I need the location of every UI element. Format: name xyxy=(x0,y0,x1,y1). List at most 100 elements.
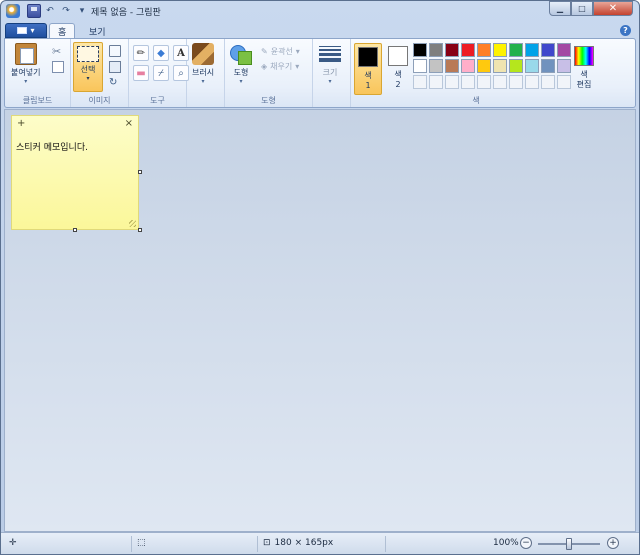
color-picker-icon[interactable]: ⌿ xyxy=(153,65,169,81)
palette-empty-chip[interactable] xyxy=(429,75,443,89)
palette-empty-chip[interactable] xyxy=(557,75,571,89)
palette-color-chip[interactable] xyxy=(493,59,507,73)
customize-icon[interactable]: ▾ xyxy=(75,4,89,18)
group-image: 선택 ▾ ↻ 이미지 xyxy=(71,39,129,107)
palette-color-chip[interactable] xyxy=(557,59,571,73)
palette-empty-chip[interactable] xyxy=(509,75,523,89)
pencil-icon[interactable]: ✏ xyxy=(133,45,149,61)
edit-colors-icon xyxy=(574,46,594,66)
palette-color-chip[interactable] xyxy=(429,59,443,73)
fill-dropdown[interactable]: ◈ 채우기 ▾ xyxy=(261,61,299,72)
palette-color-chip[interactable] xyxy=(525,59,539,73)
select-button[interactable]: 선택 ▾ xyxy=(73,42,103,92)
shapes-button[interactable]: 도형 ▾ xyxy=(230,43,252,85)
sticky-add-button[interactable]: + xyxy=(17,118,25,129)
select-icon xyxy=(77,46,99,62)
line-size-icon xyxy=(319,43,341,65)
palette-empty-chip[interactable] xyxy=(461,75,475,89)
eraser-icon[interactable]: ▬ xyxy=(133,65,149,81)
palette-empty-chip[interactable] xyxy=(525,75,539,89)
canvas-resize-handle-right[interactable] xyxy=(138,170,142,174)
palette-color-chip[interactable] xyxy=(413,59,427,73)
group-label-shapes: 도형 xyxy=(261,96,276,105)
group-brushes: 브러시 ▾ xyxy=(187,39,225,107)
palette-color-chip[interactable] xyxy=(413,43,427,57)
sticky-note[interactable]: + × 스티커 메모입니다. xyxy=(11,115,139,230)
palette-empty-chip[interactable] xyxy=(413,75,427,89)
sticky-note-bar: + × xyxy=(12,116,138,130)
palette-color-chip[interactable] xyxy=(445,43,459,57)
resize-icon[interactable] xyxy=(109,61,121,73)
brushes-button[interactable]: 브러시 ▾ xyxy=(192,43,214,85)
palette-color-chip[interactable] xyxy=(493,43,507,57)
zoom-level: 100% xyxy=(493,538,519,548)
palette-color-chip[interactable] xyxy=(525,43,539,57)
rotate-icon[interactable]: ↻ xyxy=(109,77,121,89)
palette-color-chip[interactable] xyxy=(541,43,555,57)
palette-color-chip[interactable] xyxy=(445,59,459,73)
edit-colors-button[interactable]: 색 편집 xyxy=(570,43,598,95)
canvas-resize-handle-corner[interactable] xyxy=(138,228,142,232)
zoom-slider-thumb[interactable] xyxy=(566,538,572,550)
window-title: 제목 없음 - 그림판 xyxy=(91,8,161,18)
color1-swatch xyxy=(358,47,378,67)
color-palette xyxy=(413,43,571,89)
cursor-position-icon: ✛ xyxy=(9,538,17,548)
fill-icon: ◈ xyxy=(261,62,268,71)
palette-empty-chip[interactable] xyxy=(445,75,459,89)
canvas-resize-handle-bottom[interactable] xyxy=(73,228,77,232)
size-button[interactable]: 크기 ▾ xyxy=(319,43,341,85)
palette-color-chip[interactable] xyxy=(477,43,491,57)
brush-icon xyxy=(192,43,215,65)
help-icon[interactable]: ? xyxy=(620,25,631,36)
selection-size-icon: ⬚ xyxy=(137,538,146,548)
save-icon[interactable] xyxy=(27,4,41,18)
group-label-tools: 도구 xyxy=(150,96,165,105)
resize-grip-icon[interactable] xyxy=(129,220,136,227)
canvas-dimensions: 180 × 165px xyxy=(274,538,334,548)
window-controls: ▁ □ ✕ xyxy=(549,1,633,16)
redo-icon[interactable]: ↷ xyxy=(59,4,73,18)
group-label-image: 이미지 xyxy=(88,96,111,105)
palette-empty-chip[interactable] xyxy=(493,75,507,89)
tab-home[interactable]: 홈 xyxy=(49,23,76,39)
sticky-note-text[interactable]: 스티커 메모입니다. xyxy=(12,130,138,163)
palette-color-chip[interactable] xyxy=(461,43,475,57)
minimize-button[interactable]: ▁ xyxy=(549,1,571,16)
palette-color-chip[interactable] xyxy=(477,59,491,73)
group-label-clipboard: 클립보드 xyxy=(22,96,53,105)
menu-icon xyxy=(17,27,28,34)
maximize-button[interactable]: □ xyxy=(571,1,593,16)
palette-color-chip[interactable] xyxy=(557,43,571,57)
palette-color-chip[interactable] xyxy=(461,59,475,73)
paint-window: ↶ ↷ ▾ 제목 없음 - 그림판 ▁ □ ✕ ▾ 홈 보기 ? 붙여넣기 ▾ … xyxy=(0,0,640,555)
sticky-close-button[interactable]: × xyxy=(125,118,133,129)
drawing-canvas[interactable]: + × 스티커 메모입니다. xyxy=(11,115,139,230)
palette-empty-chip[interactable] xyxy=(541,75,555,89)
tab-view[interactable]: 보기 xyxy=(81,23,114,39)
group-label-colors: 색 xyxy=(472,96,480,105)
palette-empty-chip[interactable] xyxy=(477,75,491,89)
close-button[interactable]: ✕ xyxy=(593,1,633,16)
paste-button[interactable]: 붙여넣기 ▾ xyxy=(11,43,40,85)
undo-icon[interactable]: ↶ xyxy=(43,4,57,18)
palette-color-chip[interactable] xyxy=(541,59,555,73)
paint-menu-button[interactable]: ▾ xyxy=(5,23,47,38)
cut-icon[interactable]: ✂ xyxy=(52,45,64,58)
palette-color-chip[interactable] xyxy=(509,43,523,57)
zoom-out-button[interactable]: − xyxy=(520,537,532,549)
palette-color-chip[interactable] xyxy=(429,43,443,57)
color1-button[interactable]: 색 1 xyxy=(354,43,382,95)
ribbon: 붙여넣기 ▾ ✂ 클립보드 선택 ▾ ↻ 이미지 도구 ✏ ◆ A ▬ ⌿ ⌕ … xyxy=(4,38,636,108)
palette-color-chip[interactable] xyxy=(509,59,523,73)
copy-icon[interactable] xyxy=(52,61,64,73)
group-size: 크기 ▾ xyxy=(313,39,351,107)
outline-dropdown[interactable]: ✎ 윤곽선 ▾ xyxy=(261,46,300,57)
crop-icon[interactable] xyxy=(109,45,121,57)
paint-app-icon[interactable] xyxy=(6,4,20,18)
zoom-in-button[interactable]: + xyxy=(607,537,619,549)
group-clipboard: 붙여넣기 ▾ ✂ 클립보드 xyxy=(5,39,71,107)
color2-button[interactable]: 색 2 xyxy=(384,43,412,95)
fill-bucket-icon[interactable]: ◆ xyxy=(153,45,169,61)
paste-icon xyxy=(14,43,37,65)
